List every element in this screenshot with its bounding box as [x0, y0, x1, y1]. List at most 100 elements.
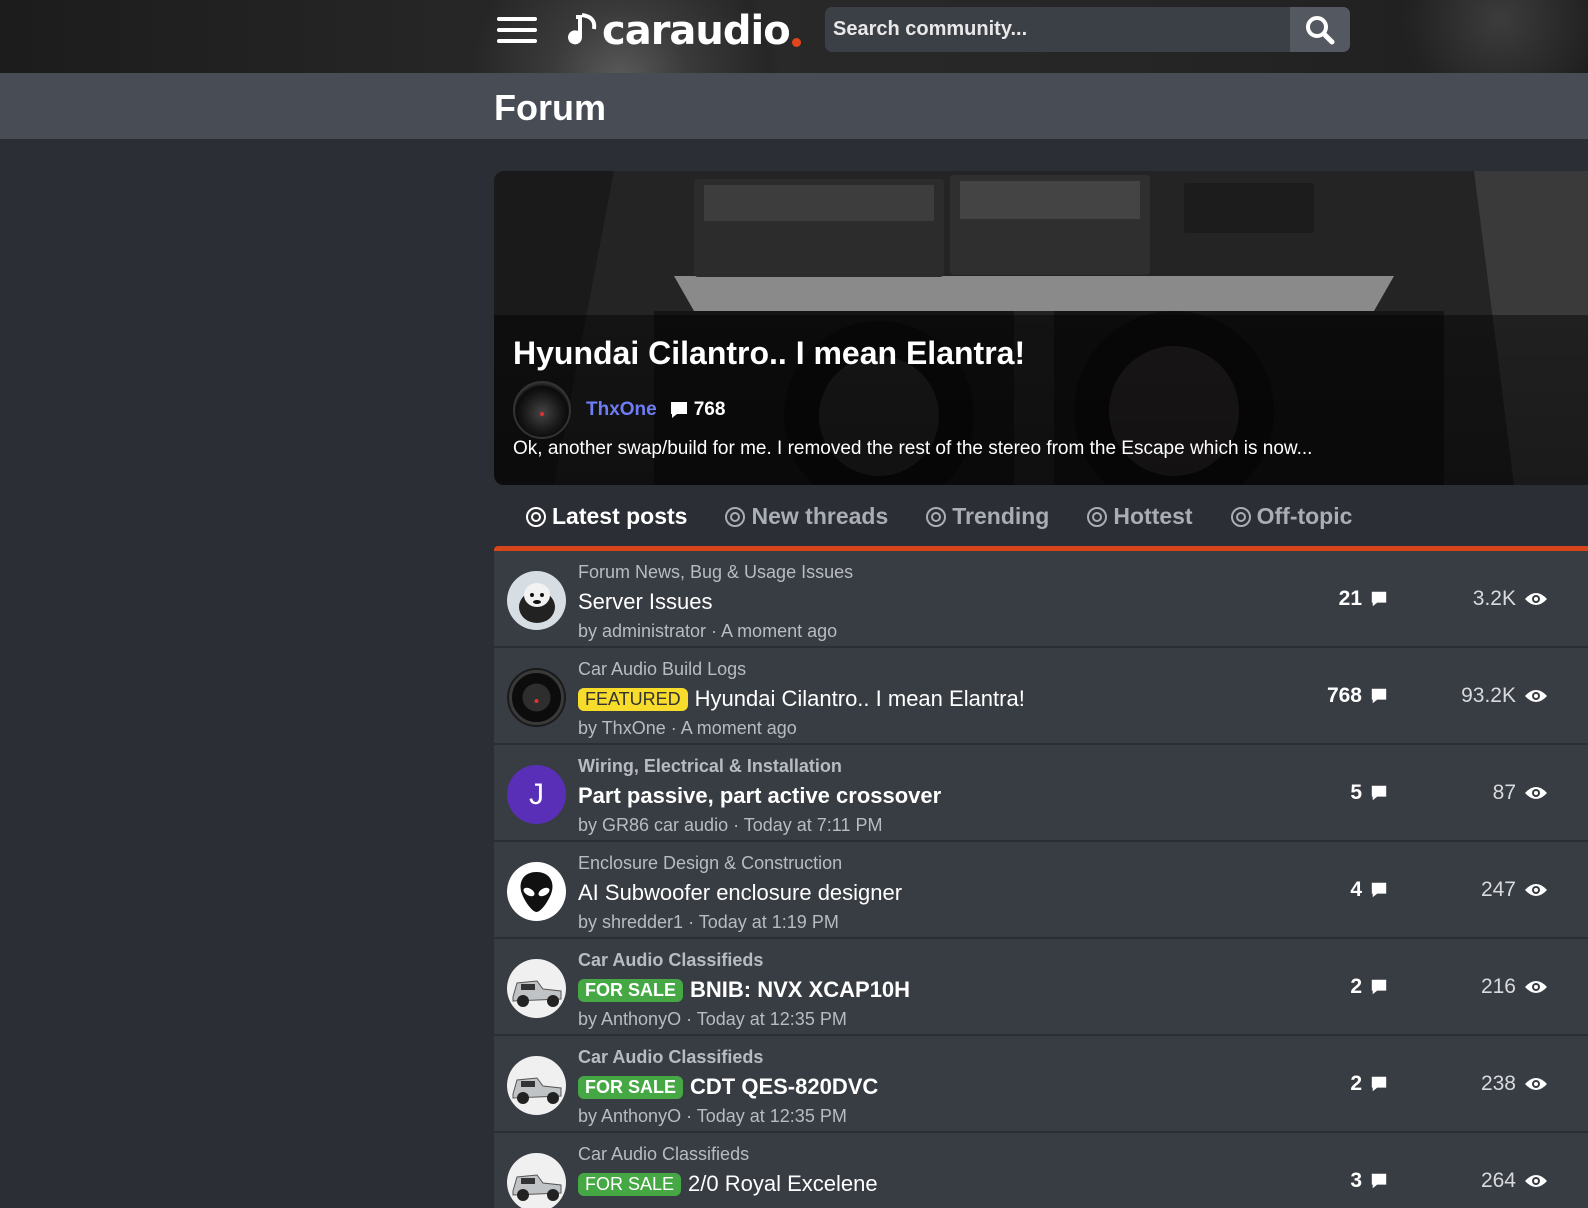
tab-label: Latest posts	[552, 503, 688, 529]
tab-new-threads[interactable]: New threads	[725, 503, 888, 530]
target-icon	[1087, 506, 1108, 527]
featured-title[interactable]: Hyundai Cilantro.. I mean Elantra!	[513, 335, 1025, 372]
tab-off-topic[interactable]: Off-topic	[1230, 503, 1352, 530]
menu-icon[interactable]	[497, 17, 537, 45]
table-row[interactable]: Car Audio Classifieds FOR SALE BNIB: NVX…	[494, 939, 1588, 1036]
view-count: 87	[1493, 781, 1548, 805]
thread-title[interactable]: FOR SALE 2/0 Royal Excelene	[578, 1171, 878, 1197]
tab-latest-posts[interactable]: Latest posts	[526, 503, 687, 530]
site-logo[interactable]: caraudio	[566, 6, 801, 56]
comment-icon	[1371, 1173, 1387, 1189]
eye-icon	[1525, 1175, 1547, 1187]
view-count: 238	[1481, 1072, 1548, 1096]
logo-dot	[791, 37, 801, 47]
featured-snippet: Ok, another swap/build for me. I removed…	[513, 438, 1313, 459]
letter-avatar[interactable]: J	[507, 765, 566, 824]
truck-avatar[interactable]	[507, 1153, 566, 1208]
tab-label: Trending	[952, 503, 1050, 529]
table-row[interactable]: J Wiring, Electrical & Installation Part…	[494, 745, 1588, 842]
thread-category[interactable]: Car Audio Classifieds	[578, 1047, 763, 1068]
for-sale-tag: FOR SALE	[578, 978, 684, 1002]
site-header: caraudio	[0, 0, 1588, 73]
reply-count: 5	[1350, 781, 1388, 805]
reply-count: 4	[1350, 878, 1388, 902]
truck-avatar[interactable]	[507, 959, 566, 1018]
search-bar	[825, 7, 1350, 52]
thread-byline: by AnthonyO · Today at 12:35 PM	[578, 1009, 847, 1029]
reply-count: 768	[1327, 684, 1388, 708]
table-row[interactable]: Car Audio Build Logs FEATURED Hyundai Ci…	[494, 648, 1588, 745]
featured-author[interactable]: ThxOne	[586, 399, 657, 421]
logo-text: caraudio	[602, 8, 791, 54]
view-count: 93.2K	[1461, 684, 1548, 708]
featured-thread-card[interactable]: Hyundai Cilantro.. I mean Elantra! ThxOn…	[494, 171, 1588, 485]
thread-category[interactable]: Car Audio Build Logs	[578, 659, 746, 680]
thread-byline: by administrator · A moment ago	[578, 621, 838, 641]
view-count: 216	[1481, 975, 1548, 999]
featured-comments: 768	[669, 399, 726, 421]
thread-list: Forum News, Bug & Usage Issues Server Is…	[494, 551, 1588, 1208]
target-icon	[526, 506, 546, 527]
reply-count: 21	[1339, 587, 1388, 611]
page-title: Forum	[494, 87, 606, 128]
thread-title[interactable]: FOR SALE CDT QES-820DVC	[578, 1074, 878, 1100]
subwoofer-avatar[interactable]	[507, 668, 566, 727]
table-row[interactable]: Car Audio Classifieds FOR SALE CDT QES-8…	[494, 1036, 1588, 1133]
for-sale-tag: FOR SALE	[578, 1075, 684, 1099]
comment-icon	[1371, 591, 1387, 607]
featured-comment-count: 768	[693, 399, 726, 420]
target-icon	[725, 506, 746, 527]
table-row[interactable]: Enclosure Design & Construction AI Subwo…	[494, 842, 1588, 939]
comment-icon	[1371, 1076, 1387, 1092]
thread-byline: by GR86 car audio · Today at 7:11 PM	[578, 815, 883, 835]
featured-meta: ThxOne 768	[513, 381, 725, 439]
comment-icon	[1371, 979, 1387, 995]
thread-title[interactable]: Part passive, part active crossover	[578, 783, 941, 809]
page-title-bar: Forum	[0, 73, 1588, 139]
tab-label: Hottest	[1113, 503, 1193, 529]
eye-icon	[1525, 884, 1547, 896]
comment-icon	[1371, 688, 1387, 704]
eye-icon	[1525, 981, 1547, 993]
truck-avatar[interactable]	[507, 1056, 566, 1115]
eye-icon	[1525, 690, 1547, 702]
view-count: 247	[1481, 878, 1548, 902]
search-button[interactable]	[1290, 7, 1350, 52]
table-row[interactable]: Forum News, Bug & Usage Issues Server Is…	[494, 551, 1588, 648]
thread-tabs: Latest posts New threads Trending Hottes…	[526, 503, 1390, 530]
avatar[interactable]	[513, 381, 571, 439]
eye-icon	[1525, 787, 1547, 799]
comment-icon	[1371, 785, 1387, 801]
comment-icon	[1371, 882, 1387, 898]
reply-count: 2	[1350, 975, 1388, 999]
eye-icon	[1525, 593, 1547, 605]
thread-title[interactable]: FOR SALE BNIB: NVX XCAP10H	[578, 977, 910, 1003]
view-count: 264	[1481, 1169, 1548, 1193]
thread-byline: by ThxOne · A moment ago	[578, 718, 797, 738]
thread-category[interactable]: Wiring, Electrical & Installation	[578, 756, 842, 777]
for-sale-tag: FOR SALE	[578, 1172, 682, 1196]
thread-byline: by AnthonyO · Today at 12:35 PM	[578, 1106, 847, 1126]
reply-count: 2	[1350, 1072, 1388, 1096]
dog-avatar[interactable]	[507, 571, 566, 630]
thread-category[interactable]: Car Audio Classifieds	[578, 950, 763, 971]
search-icon	[1306, 15, 1335, 44]
tab-hottest[interactable]: Hottest	[1087, 503, 1193, 530]
alien-avatar[interactable]	[507, 862, 566, 921]
thread-title[interactable]: Server Issues	[578, 589, 713, 615]
thread-title[interactable]: AI Subwoofer enclosure designer	[578, 880, 902, 906]
thread-category[interactable]: Forum News, Bug & Usage Issues	[578, 562, 853, 583]
comment-icon	[670, 402, 687, 418]
eye-icon	[1525, 1078, 1547, 1090]
search-input[interactable]	[825, 7, 1290, 52]
thread-category[interactable]: Enclosure Design & Construction	[578, 853, 842, 874]
thread-category[interactable]: Car Audio Classifieds	[578, 1144, 749, 1165]
tab-label: New threads	[751, 503, 889, 529]
music-note-icon	[568, 13, 597, 45]
thread-title[interactable]: FEATURED Hyundai Cilantro.. I mean Elant…	[578, 686, 1025, 712]
reply-count: 3	[1350, 1169, 1388, 1193]
tab-trending[interactable]: Trending	[926, 503, 1049, 530]
featured-tag: FEATURED	[578, 687, 688, 711]
view-count: 3.2K	[1473, 587, 1548, 611]
table-row[interactable]: Car Audio Classifieds FOR SALE 2/0 Royal…	[494, 1133, 1588, 1208]
